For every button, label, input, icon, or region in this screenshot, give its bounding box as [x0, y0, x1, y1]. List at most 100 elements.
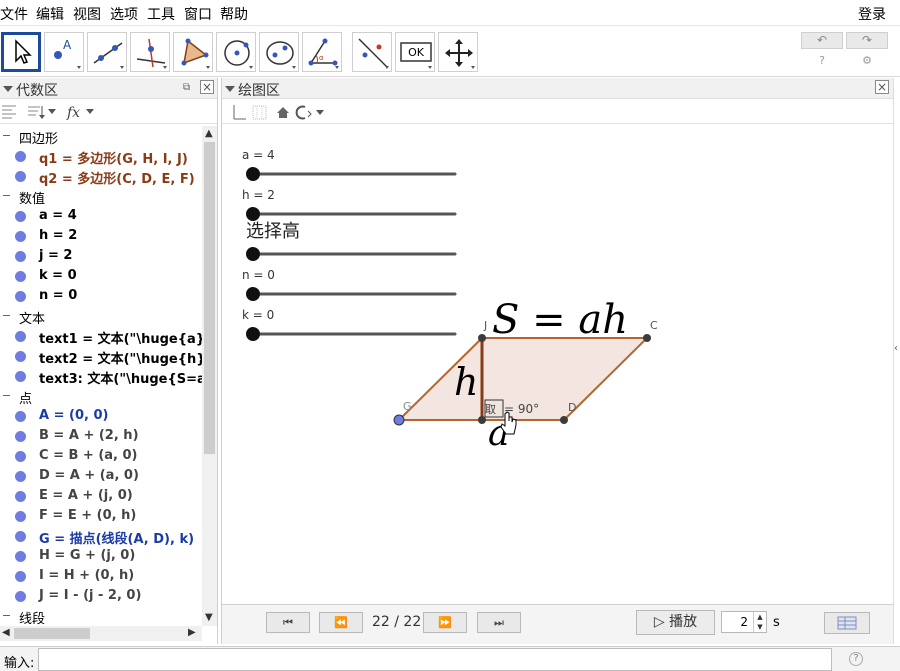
algebra-item[interactable]: B = A + (2, h) [0, 426, 202, 446]
command-input[interactable] [38, 648, 832, 671]
sidebar-toggle[interactable]: ‹ [893, 78, 900, 644]
visibility-dot-icon[interactable] [15, 271, 26, 282]
redo-button[interactable]: ↷ [846, 32, 888, 49]
algebra-category[interactable]: 点 [0, 386, 202, 407]
construction-protocol-button[interactable] [824, 612, 870, 634]
algebra-auxiliary-icon[interactable] [2, 105, 16, 119]
algebra-item[interactable]: j = 2 [0, 246, 202, 266]
visibility-dot-icon[interactable] [15, 351, 26, 362]
visibility-dot-icon[interactable] [15, 591, 26, 602]
algebra-item[interactable]: q1 = 多边形(G, H, I, J) [0, 146, 202, 167]
algebra-item[interactable]: h = 2 [0, 226, 202, 246]
algebra-item[interactable]: text2 = 文本("\huge{h}", [0, 346, 202, 367]
collapse-triangle-icon[interactable] [3, 86, 13, 92]
perpendicular-tool-button[interactable] [130, 32, 170, 72]
algebra-item[interactable]: I = H + (0, h) [0, 566, 202, 586]
collapse-triangle-icon[interactable] [225, 86, 235, 92]
visibility-dot-icon[interactable] [15, 211, 26, 222]
menu-tools[interactable]: 工具 [147, 4, 175, 24]
algebra-item[interactable]: a = 4 [0, 206, 202, 226]
move-tool-button[interactable] [1, 32, 41, 72]
slider-knob[interactable] [246, 327, 260, 341]
angle-tool-button[interactable]: α [302, 32, 342, 72]
last-step-button[interactable]: ⏭ [477, 612, 521, 633]
hscroll-thumb[interactable] [14, 628, 90, 639]
prev-step-button[interactable]: ⏪ [319, 612, 363, 633]
menu-file[interactable]: 文件 [0, 4, 28, 24]
visibility-dot-icon[interactable] [15, 331, 26, 342]
algebra-item[interactable]: F = E + (0, h) [0, 506, 202, 526]
line-tool-button[interactable] [87, 32, 127, 72]
scroll-right-icon[interactable]: ▶ [188, 627, 196, 638]
visibility-dot-icon[interactable] [15, 451, 26, 462]
axes-toggle-icon[interactable] [233, 105, 246, 120]
visibility-dot-icon[interactable] [15, 291, 26, 302]
algebra-item[interactable]: text1 = 文本("\huge{a}", [0, 326, 202, 347]
visibility-dot-icon[interactable] [15, 531, 26, 542]
visibility-dot-icon[interactable] [15, 511, 26, 522]
scroll-up-icon[interactable]: ▲ [205, 128, 213, 139]
reflect-tool-button[interactable] [352, 32, 392, 72]
visibility-dot-icon[interactable] [15, 151, 26, 162]
visibility-dot-icon[interactable] [15, 171, 26, 182]
slider-knob[interactable] [246, 287, 260, 301]
algebra-item[interactable]: A = (0, 0) [0, 406, 202, 426]
login-link[interactable]: 登录 [858, 4, 886, 24]
fx-description-icon[interactable]: fx [66, 105, 94, 121]
algebra-item[interactable]: H = G + (j, 0) [0, 546, 202, 566]
next-step-button[interactable]: ⏩ [423, 612, 467, 633]
visibility-dot-icon[interactable] [15, 251, 26, 262]
visibility-dot-icon[interactable] [15, 471, 26, 482]
algebra-item[interactable]: J = I - (j - 2, 0) [0, 586, 202, 606]
undock-icon[interactable]: ⧉ [183, 82, 190, 93]
home-view-icon[interactable] [277, 107, 289, 118]
input-help-icon[interactable]: ? [849, 652, 863, 666]
drawing-canvas[interactable]: a = 4h = 2n = 0k = 0 选择高 J C D G 取 = 90° S = ah h… [222, 125, 894, 603]
scroll-down-icon[interactable]: ▼ [205, 612, 213, 623]
algebra-close-icon[interactable]: × [200, 80, 214, 94]
algebra-horizontal-scrollbar[interactable]: ◀ ▶ [0, 626, 202, 641]
algebra-item[interactable]: q2 = 多边形(C, D, E, F) [0, 166, 202, 187]
algebra-item[interactable]: text3: 文本("\huge{S=ah [0, 366, 202, 387]
settings-gear-icon[interactable]: ⚙ [860, 54, 874, 68]
slider-tool-button[interactable]: OK [395, 32, 435, 72]
slider-knob[interactable] [246, 247, 260, 261]
help-icon[interactable]: ? [815, 54, 829, 68]
visibility-dot-icon[interactable] [15, 431, 26, 442]
point-tool-button[interactable]: A [44, 32, 84, 72]
menu-edit[interactable]: 编辑 [36, 4, 64, 24]
ellipse-tool-button[interactable] [259, 32, 299, 72]
slider-knob[interactable] [246, 167, 260, 181]
point-capture-icon[interactable] [295, 105, 324, 120]
collapse-minus-icon[interactable] [3, 395, 10, 396]
algebra-item[interactable]: D = A + (a, 0) [0, 466, 202, 486]
visibility-dot-icon[interactable] [15, 231, 26, 242]
scroll-left-icon[interactable]: ◀ [2, 627, 10, 638]
undo-button[interactable]: ↶ [801, 32, 843, 49]
sort-by-icon[interactable] [28, 106, 56, 119]
duration-spinner[interactable]: ▲ ▼ [753, 612, 766, 632]
slider-knob[interactable] [246, 207, 260, 221]
visibility-dot-icon[interactable] [15, 571, 26, 582]
first-step-button[interactable]: ⏮ [266, 612, 310, 633]
collapse-minus-icon[interactable] [3, 195, 10, 196]
visibility-dot-icon[interactable] [15, 371, 26, 382]
algebra-category[interactable]: 线段 [0, 606, 202, 626]
menu-help[interactable]: 帮助 [220, 4, 248, 24]
chevron-left-icon[interactable]: ‹ [894, 343, 898, 354]
visibility-dot-icon[interactable] [15, 491, 26, 502]
algebra-category[interactable]: 数值 [0, 186, 202, 207]
play-button[interactable]: ▷ 播放 [636, 610, 715, 635]
move-view-tool-button[interactable] [438, 32, 478, 72]
collapse-minus-icon[interactable] [3, 315, 10, 316]
visibility-dot-icon[interactable] [15, 411, 26, 422]
algebra-category[interactable]: 文本 [0, 306, 202, 327]
grid-toggle-icon[interactable] [252, 105, 267, 120]
menu-options[interactable]: 选项 [110, 4, 138, 24]
algebra-item[interactable]: G = 描点(线段(A, D), k) [0, 526, 202, 547]
collapse-minus-icon[interactable] [3, 135, 10, 136]
visibility-dot-icon[interactable] [15, 551, 26, 562]
graphics-close-icon[interactable]: × [875, 80, 889, 94]
drawing-svg[interactable]: a = 4h = 2n = 0k = 0选择高J CDG 取 = 90°S = ahh… [222, 125, 894, 603]
collapse-minus-icon[interactable] [3, 615, 10, 616]
